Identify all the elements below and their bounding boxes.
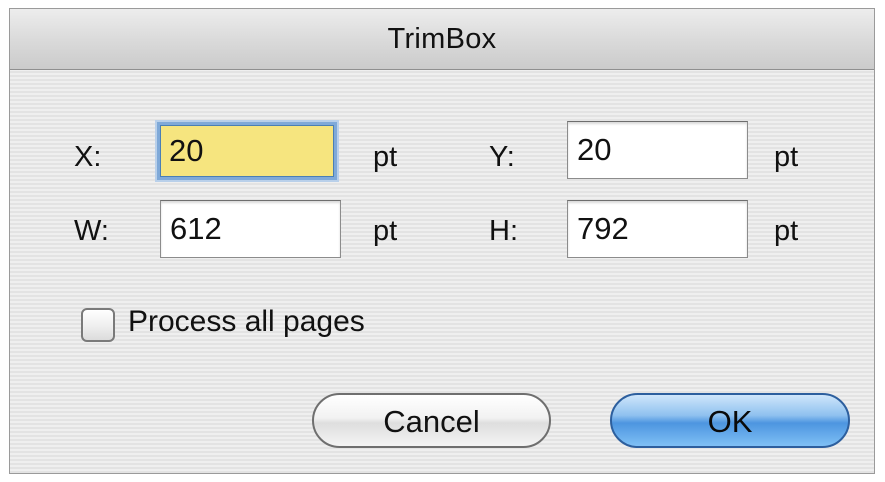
y-unit-label: pt: [774, 141, 799, 173]
x-label: X:: [74, 141, 102, 173]
cancel-button[interactable]: Cancel: [312, 393, 551, 448]
h-unit-label: pt: [774, 215, 799, 247]
x-unit-label: pt: [373, 141, 398, 173]
x-input[interactable]: 20: [160, 125, 334, 177]
y-label: Y:: [489, 141, 515, 173]
w-label: W:: [74, 215, 109, 247]
ok-button[interactable]: OK: [610, 393, 850, 448]
process-all-pages-checkbox[interactable]: [81, 308, 115, 342]
title-bar[interactable]: TrimBox: [10, 9, 874, 70]
process-all-pages-label[interactable]: Process all pages: [128, 305, 365, 339]
h-input[interactable]: 792: [567, 200, 748, 258]
w-input[interactable]: 612: [160, 200, 341, 258]
dialog-title: TrimBox: [387, 23, 497, 55]
h-label: H:: [489, 215, 518, 247]
trimbox-dialog: TrimBox X: 20 pt Y: 20 pt W: 612 pt H: 7…: [9, 8, 875, 474]
y-input[interactable]: 20: [567, 121, 748, 179]
w-unit-label: pt: [373, 215, 398, 247]
